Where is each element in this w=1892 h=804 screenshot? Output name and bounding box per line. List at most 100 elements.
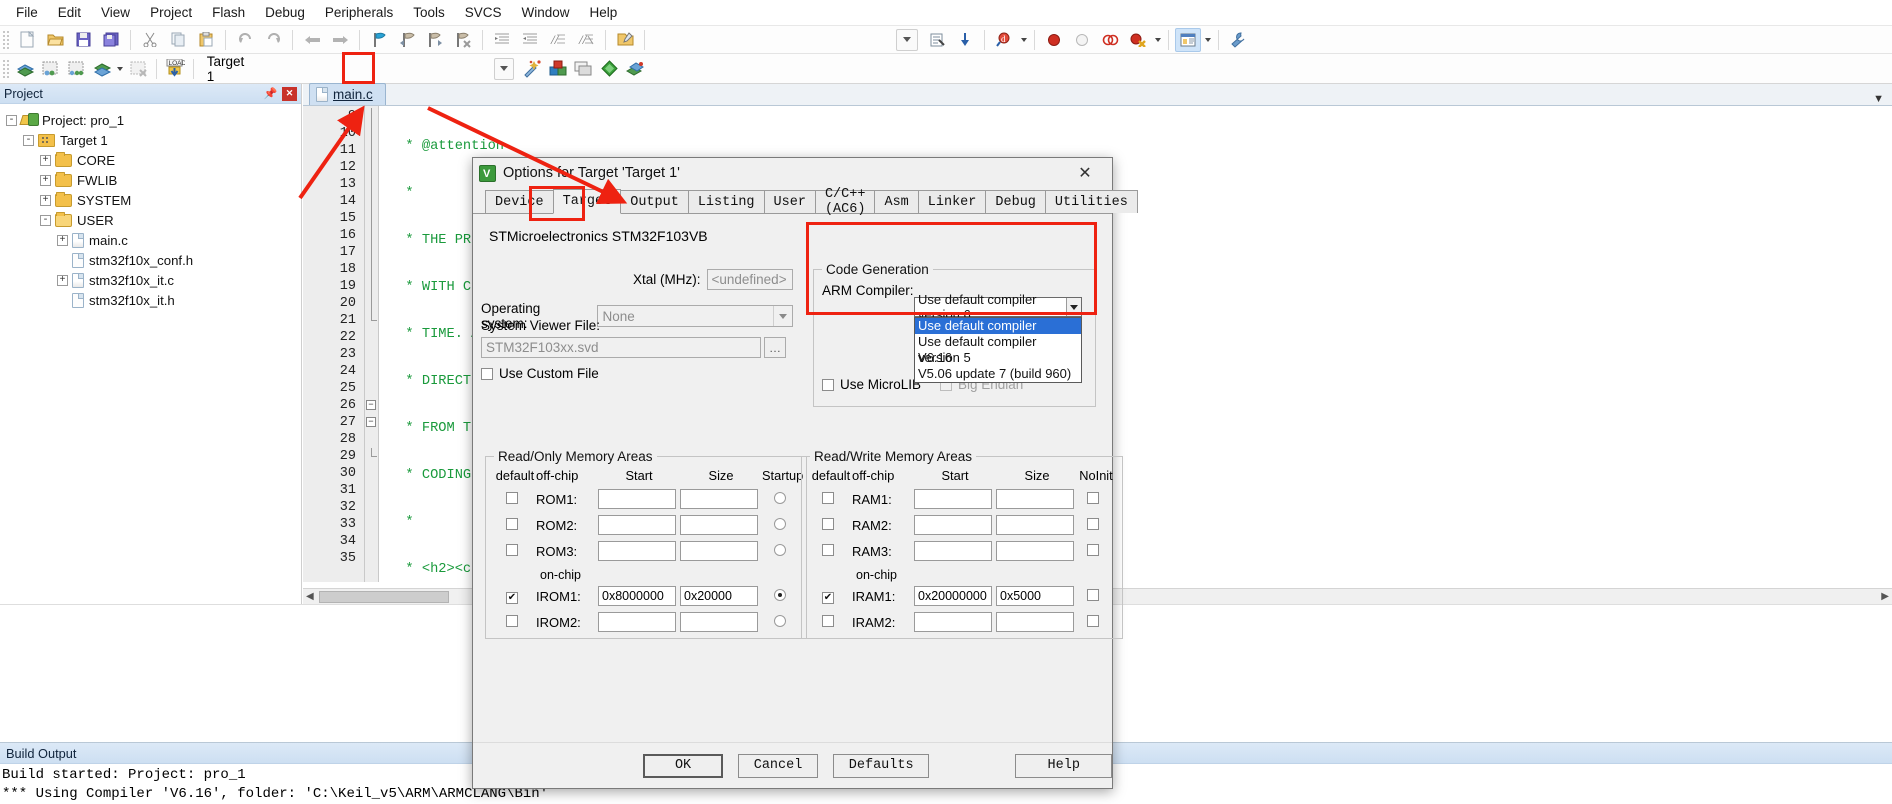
ok-button[interactable]: OK: [643, 753, 724, 778]
system-viewer-file-input[interactable]: STM32F103xx.svd: [481, 337, 761, 358]
irom2-startup-radio[interactable]: [774, 614, 786, 627]
irom2-start-input[interactable]: [598, 612, 676, 632]
defaults-button[interactable]: Defaults: [832, 753, 930, 778]
fold-box[interactable]: −: [366, 417, 376, 427]
close-icon[interactable]: ✕: [282, 86, 297, 101]
tab-user[interactable]: User: [763, 190, 816, 213]
menu-item-project[interactable]: Project: [140, 2, 202, 23]
ram2-size-input[interactable]: [996, 515, 1074, 535]
tab-listing[interactable]: Listing: [687, 190, 765, 213]
iram2-size-input[interactable]: [996, 612, 1074, 632]
help-button[interactable]: Help: [1015, 753, 1112, 778]
ram2-default-checkbox[interactable]: [822, 517, 834, 530]
menu-item-peripherals[interactable]: Peripherals: [315, 2, 403, 23]
chevron-down-icon[interactable]: [1202, 29, 1213, 51]
rom3-size-input[interactable]: [680, 541, 758, 561]
use-custom-file-checkbox[interactable]: [481, 367, 493, 380]
chevron-down-icon[interactable]: [115, 58, 125, 80]
dialog-titlebar[interactable]: Options for Target 'Target 1' ✕: [473, 158, 1112, 188]
irom2-size-input[interactable]: [680, 612, 758, 632]
redo-icon[interactable]: [260, 28, 286, 52]
manage-components-icon[interactable]: [952, 28, 978, 52]
window-layout-icon[interactable]: [1175, 27, 1201, 52]
tree-toggle[interactable]: +: [40, 154, 51, 166]
irom1-start-input[interactable]: 0x8000000: [598, 586, 676, 606]
menu-item-file[interactable]: File: [6, 2, 48, 23]
rebuild-icon[interactable]: [65, 57, 89, 81]
irom2-default-checkbox[interactable]: [506, 614, 518, 627]
cancel-button[interactable]: Cancel: [738, 753, 818, 778]
paste-icon[interactable]: [193, 28, 219, 52]
ram1-size-input[interactable]: [996, 489, 1074, 509]
iram1-noinit-checkbox[interactable]: [1087, 588, 1099, 601]
target-selector-dropdown[interactable]: [494, 57, 515, 80]
indent-icon[interactable]: [489, 28, 515, 52]
translate-icon[interactable]: [13, 57, 37, 81]
ram1-noinit-checkbox[interactable]: [1087, 491, 1099, 504]
tree-toggle[interactable]: +: [57, 234, 68, 246]
menu-item-edit[interactable]: Edit: [48, 2, 91, 23]
irom1-startup-radio[interactable]: [774, 588, 786, 601]
download-icon[interactable]: LOAD: [163, 57, 187, 81]
rom1-startup-radio[interactable]: [774, 491, 786, 504]
tab-main-c[interactable]: main.c: [309, 83, 386, 105]
tab-cpp-ac6[interactable]: C/C++ (AC6): [814, 187, 876, 217]
tree-item-user[interactable]: - USER: [6, 210, 301, 230]
tab-utilities[interactable]: Utilities: [1044, 190, 1138, 213]
new-file-icon[interactable]: [14, 28, 40, 52]
iram2-default-checkbox[interactable]: [822, 614, 834, 627]
menu-item-window[interactable]: Window: [511, 2, 579, 23]
rom3-startup-radio[interactable]: [774, 543, 786, 556]
code-folding-column[interactable]: − −: [365, 106, 379, 582]
comment-icon[interactable]: //: [545, 28, 571, 52]
toolbar-grip[interactable]: [2, 58, 10, 79]
open-file-icon[interactable]: [42, 28, 68, 52]
open-folder-window-icon[interactable]: [612, 28, 638, 52]
breakpoint-icon[interactable]: [1041, 28, 1067, 52]
fold-box[interactable]: −: [366, 400, 376, 410]
toolbar-grip[interactable]: [2, 29, 10, 50]
menu-item-help[interactable]: Help: [580, 2, 628, 23]
ram1-default-checkbox[interactable]: [822, 491, 834, 504]
use-microlib-checkbox[interactable]: [822, 378, 834, 391]
copy-icon[interactable]: [165, 28, 191, 52]
target-selector-dropdown-top[interactable]: [896, 28, 918, 51]
tree-item-stm32f10x-it-c[interactable]: + stm32f10x_it.c: [6, 270, 301, 290]
ram3-start-input[interactable]: [914, 541, 992, 561]
arm-compiler-option-list[interactable]: Use default compiler version 6 Use defau…: [914, 317, 1082, 383]
xtal-input[interactable]: <undefined>: [706, 269, 793, 290]
option-v6-16[interactable]: V6.16: [915, 350, 1081, 366]
magnifier-icon[interactable]: d: [991, 28, 1017, 52]
option-use-default-compiler-version-5[interactable]: Use default compiler version 5: [915, 334, 1081, 365]
iram2-start-input[interactable]: [914, 612, 992, 632]
rom2-startup-radio[interactable]: [774, 517, 786, 530]
save-icon[interactable]: [70, 28, 96, 52]
stop-build-icon[interactable]: [126, 57, 150, 81]
tree-item-stm32f10x-conf-h[interactable]: stm32f10x_conf.h: [6, 250, 301, 270]
tree-toggle[interactable]: +: [40, 194, 51, 206]
undo-icon[interactable]: [232, 28, 258, 52]
books-icon[interactable]: [624, 57, 648, 81]
tree-toggle[interactable]: +: [40, 174, 51, 186]
bookmark-next-icon[interactable]: [422, 28, 448, 52]
arm-compiler-select[interactable]: Use default compiler version 6: [914, 292, 1082, 322]
navigate-forward-icon[interactable]: [327, 28, 353, 52]
rom2-start-input[interactable]: [598, 515, 676, 535]
rom1-start-input[interactable]: [598, 489, 676, 509]
uncomment-icon[interactable]: //: [573, 28, 599, 52]
tab-linker[interactable]: Linker: [917, 190, 987, 213]
tab-device[interactable]: Device: [485, 190, 554, 213]
rom1-default-checkbox[interactable]: [506, 491, 518, 504]
menu-item-view[interactable]: View: [91, 2, 140, 23]
rom3-start-input[interactable]: [598, 541, 676, 561]
chevron-down-icon[interactable]: [1066, 298, 1081, 316]
tab-asm[interactable]: Asm: [874, 190, 919, 213]
menu-item-debug[interactable]: Debug: [255, 2, 315, 23]
outdent-icon[interactable]: [517, 28, 543, 52]
tree-item-project[interactable]: - Project: pro_1: [6, 110, 301, 130]
bookmark-prev-icon[interactable]: [394, 28, 420, 52]
pack-installer-icon[interactable]: [546, 57, 570, 81]
tree-toggle[interactable]: -: [40, 214, 51, 226]
irom1-default-checkbox[interactable]: [506, 592, 518, 604]
target-options-icon[interactable]: [924, 28, 950, 52]
